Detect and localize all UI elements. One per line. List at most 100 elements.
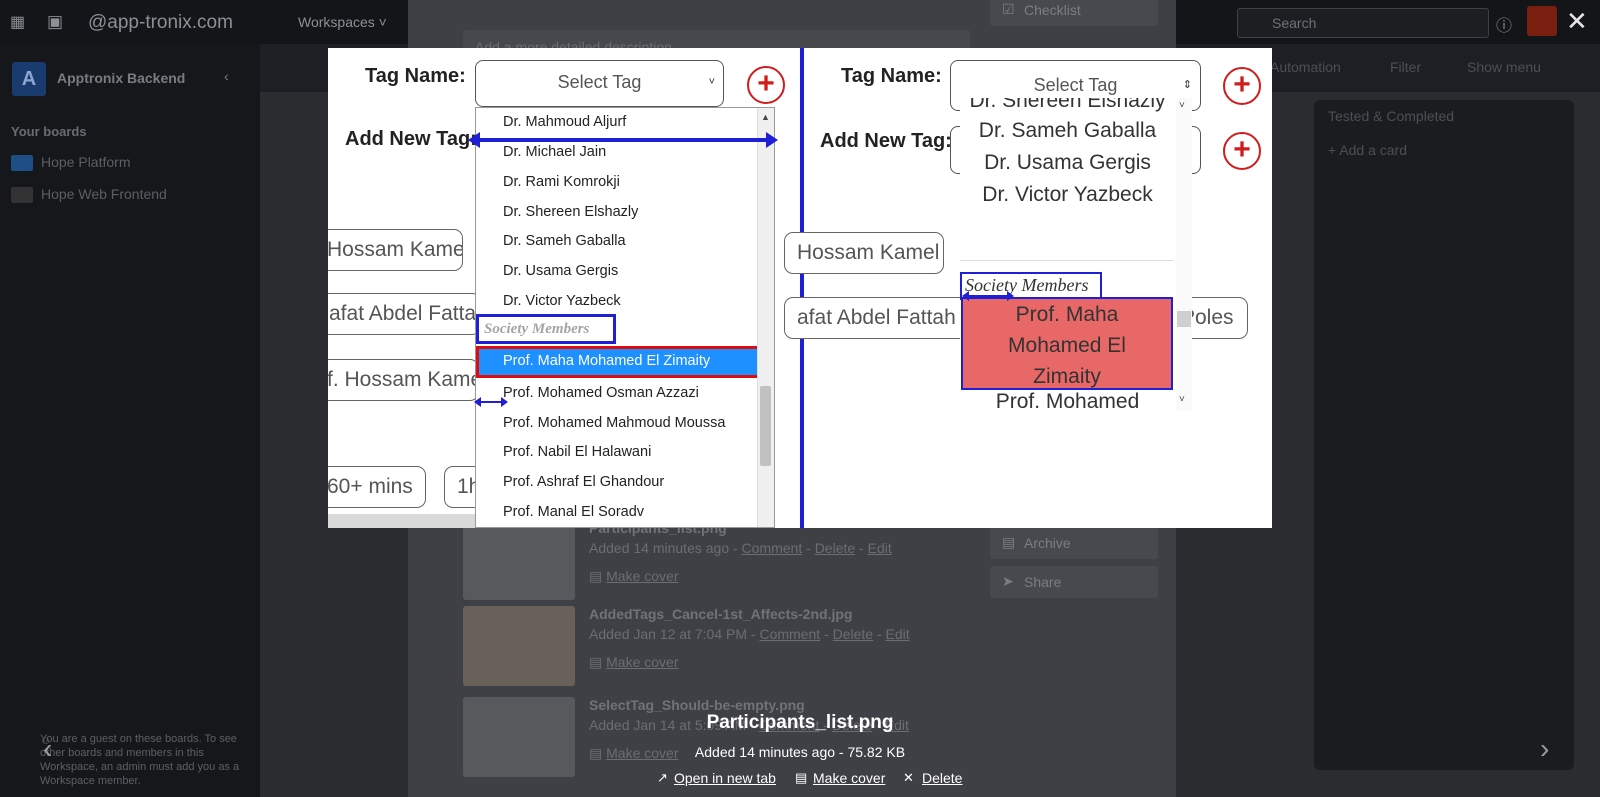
list-item[interactable]: Dr. Sameh Gaballa	[960, 119, 1175, 143]
attachment-thumbnail[interactable]	[463, 520, 575, 600]
attachment-item: Participants_list.png Added 14 minutes a…	[463, 520, 983, 600]
selected-option-line: Prof. Maha	[1015, 303, 1119, 326]
add-tag-plus-icon[interactable]: +	[1223, 67, 1261, 105]
edit-link[interactable]: Edit	[868, 540, 892, 556]
tag-options-list[interactable]: Dr. Mahmoud Aljurf Dr. Michael Jain Dr. …	[475, 107, 775, 528]
make-cover-link[interactable]: ▤ Make cover	[589, 568, 678, 585]
list-item[interactable]: Dr. Mahmoud Aljurf	[476, 108, 760, 137]
dropdown-scrollbar[interactable]: ˅ ˅	[1176, 98, 1192, 410]
split-divider	[800, 48, 804, 528]
notification-bell-icon[interactable]	[1527, 6, 1557, 36]
chevron-left-icon[interactable]: ‹	[224, 68, 229, 84]
workspace-avatar[interactable]: A	[12, 62, 46, 96]
attachment-name[interactable]: SelectTag_Should-be-empty.png	[589, 697, 805, 713]
list-item[interactable]: Prof. Mohamed Osman Azzazi	[476, 378, 760, 408]
tag-chip[interactable]: 60+ mins	[328, 466, 426, 508]
comment-link[interactable]: Comment	[742, 540, 803, 556]
preview-info: Added 14 minutes ago - 75.82 KB	[694, 744, 906, 760]
make-cover-link[interactable]: ▤ Make cover	[589, 654, 678, 671]
sidebar-item-board[interactable]: Hope Web Frontend	[11, 186, 167, 210]
add-card-label: Add a card	[1339, 142, 1408, 158]
attachment-thumbnail[interactable]	[463, 697, 575, 777]
selected-option[interactable]: Prof. Maha Mohamed El Zimaity	[476, 346, 760, 378]
list-item[interactable]: Prof. Ashraf El Ghandour	[476, 467, 760, 497]
add-card-button[interactable]: + Add a card	[1328, 142, 1407, 158]
scroll-up-icon[interactable]: ˅	[1179, 100, 1185, 111]
board-thumb	[11, 155, 33, 172]
tag-chip[interactable]: afat Abdel Fattah	[328, 293, 481, 335]
scrollbar-thumb[interactable]	[1177, 311, 1191, 327]
list-item[interactable]: Dr. Usama Gergis	[476, 256, 760, 286]
add-tag-plus-icon[interactable]: +	[747, 66, 785, 104]
site-name[interactable]: @app-tronix.com	[88, 12, 233, 34]
attachment-item: SelectTag_Should-be-empty.png Added Jan …	[463, 697, 983, 777]
preview-actions: ↗ Open in new tab ▤ Make cover ✕ Delete	[657, 770, 977, 790]
filter-button[interactable]: Filter	[1390, 59, 1421, 75]
workspaces-menu[interactable]: Workspaces ˅	[298, 14, 387, 30]
search-input[interactable]: Search	[1237, 8, 1489, 38]
selected-option-line: Mohamed El	[1008, 334, 1126, 357]
select-tag-placeholder: Select Tag	[1033, 75, 1118, 95]
add-new-tag-plus-icon[interactable]: +	[1223, 132, 1261, 170]
list-column: Tested & Completed + Add a card	[1314, 100, 1574, 770]
select-tag-dropdown[interactable]: Select Tag ˅	[475, 60, 724, 107]
add-new-tag-label: Add New Tag:	[345, 128, 477, 150]
add-new-tag-label: Add New Tag:	[820, 130, 952, 152]
bottom-shade	[328, 514, 478, 528]
list-item[interactable]: Prof. Manal El Soradv	[476, 497, 760, 527]
delete-link[interactable]: Delete	[815, 540, 855, 556]
chevron-down-icon: ˅	[378, 14, 387, 30]
comment-link[interactable]: Comment	[759, 626, 820, 642]
list-item[interactable]: Prof. Mohamed Mahmoud Moussa	[476, 408, 760, 438]
share-button[interactable]: ➤ Share	[990, 566, 1158, 598]
open-new-tab-link[interactable]: Open in new tab	[674, 770, 776, 786]
attachment-meta: Added 14 minutes ago - Comment - Delete …	[589, 540, 892, 556]
list-item[interactable]: Dr. Rami Komrokji	[476, 167, 760, 197]
workspace-name[interactable]: Apptronix Backend	[57, 70, 185, 86]
selected-option[interactable]: Prof. Maha Mohamed El Zimaity	[961, 297, 1173, 390]
tag-chip[interactable]: Hossam Kamel	[784, 232, 944, 274]
tag-options-list-enlarged[interactable]: Dr. Shereen Elshazly Dr. Sameh Gaballa D…	[960, 98, 1192, 410]
attachment-meta: Added Jan 12 at 7:04 PM - Comment - Dele…	[589, 626, 910, 642]
make-cover-link[interactable]: Make cover	[813, 770, 885, 786]
dropdown-scrollbar[interactable]: ▲	[757, 108, 774, 527]
attachment-name[interactable]: AddedTags_Cancel-1st_Affects-2nd.jpg	[589, 606, 852, 622]
tag-chip[interactable]: Hossam Kamel	[328, 229, 463, 271]
list-item[interactable]: Prof. Mohamed	[960, 390, 1175, 410]
arrow-head-left	[468, 132, 480, 148]
list-title[interactable]: Tested & Completed	[1328, 108, 1454, 124]
list-item[interactable]: Dr. Victor Yazbeck	[960, 183, 1175, 207]
arrow-head-right	[766, 132, 778, 148]
share-label: Share	[1024, 574, 1062, 590]
delete-link[interactable]: Delete	[922, 770, 962, 786]
list-item[interactable]: Dr. Usama Gergis	[960, 151, 1175, 175]
chevron-down-icon: ˅	[708, 76, 715, 88]
scrollbar-thumb[interactable]	[760, 386, 771, 466]
scroll-up-icon[interactable]: ▲	[761, 112, 770, 122]
width-annotation-arrow	[468, 132, 778, 148]
list-item[interactable]: Prof. Nabil El Halawani	[476, 437, 760, 467]
archive-button[interactable]: ▤ Archive	[990, 527, 1158, 559]
automation-button[interactable]: Automation	[1270, 59, 1341, 75]
edit-link[interactable]: Edit	[886, 626, 910, 642]
info-icon[interactable]: ⓘ	[1496, 12, 1512, 36]
guest-note: ☺ You are a guest on these boards. To see…	[20, 732, 240, 788]
list-item[interactable]: Dr. Victor Yazbeck	[476, 286, 760, 316]
checklist-button[interactable]: ☑ Checklist	[990, 0, 1158, 26]
checklist-label: Checklist	[1024, 2, 1081, 18]
list-item[interactable]: Dr. Sameh Gaballa	[476, 226, 760, 256]
delete-link[interactable]: Delete	[833, 626, 873, 642]
scroll-down-icon[interactable]: ˅	[1179, 394, 1185, 405]
attachment-thumbnail[interactable]	[463, 606, 575, 686]
list-item[interactable]: Dr. Shereen Elshazly	[960, 98, 1175, 113]
board-logo-icon[interactable]: ▣	[47, 12, 65, 31]
sidebar-item-board[interactable]: Hope Platform	[11, 154, 130, 178]
tag-chip[interactable]: f. Hossam Kamel	[328, 359, 479, 401]
close-preview-icon[interactable]: ✕	[1566, 8, 1588, 34]
list-item[interactable]: Dr. Shereen Elshazly	[476, 197, 760, 227]
arrow-head-right	[1007, 291, 1014, 301]
tag-chip[interactable]: afat Abdel Fattah	[784, 297, 974, 339]
show-menu-button[interactable]: Show menu	[1467, 59, 1541, 75]
apps-grid-icon[interactable]: ▦	[10, 12, 30, 32]
attachment-date: Added Jan 12 at 7:04 PM -	[589, 626, 760, 642]
